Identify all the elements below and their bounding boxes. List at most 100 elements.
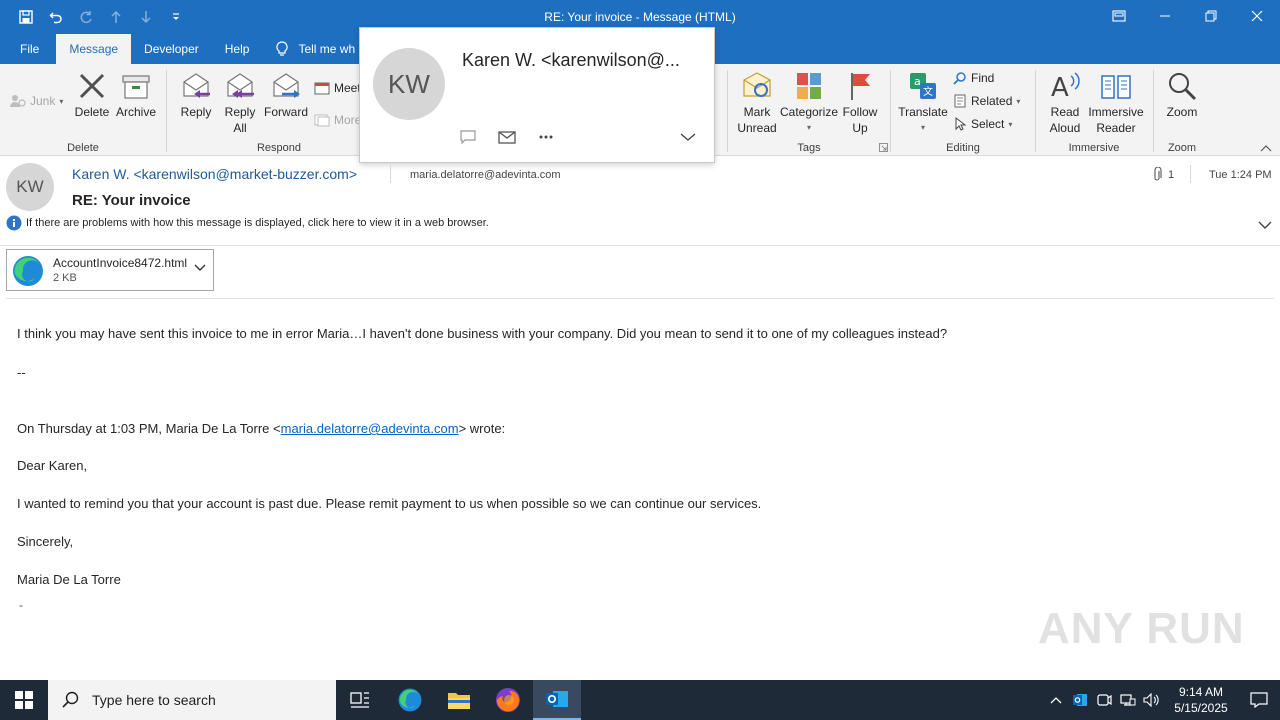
follow-up-button[interactable]: Follow Up <box>840 70 880 136</box>
tab-developer[interactable]: Developer <box>131 34 212 64</box>
reply-all-label-2: All <box>233 121 247 135</box>
mail-icon[interactable] <box>498 130 516 144</box>
translate-button[interactable]: a文 Translate ▾ <box>897 70 949 136</box>
contact-actions <box>460 130 554 144</box>
volume-icon[interactable] <box>1140 680 1164 720</box>
chat-icon[interactable] <box>460 130 476 144</box>
reply-label: Reply <box>180 105 212 119</box>
sender-avatar[interactable]: KW <box>6 163 54 211</box>
junk-button[interactable]: Junk ▾ <box>10 94 63 108</box>
body-line: I think you may have sent this invoice t… <box>17 326 948 341</box>
info-bar[interactable]: If there are problems with how this mess… <box>6 215 489 231</box>
body-paragraph: I wanted to remind you that your account… <box>17 496 762 511</box>
quote-email-link[interactable]: maria.delatorre@adevinta.com <box>281 421 459 436</box>
tab-message[interactable]: Message <box>56 34 132 64</box>
recipient[interactable]: maria.delatorre@adevinta.com <box>410 169 561 181</box>
system-tray: 9:14 AM 5/15/2025 <box>1044 680 1280 720</box>
categorize-button[interactable]: Categorize ▾ <box>780 70 838 136</box>
flag-icon <box>851 73 870 100</box>
clock[interactable]: 9:14 AM 5/15/2025 <box>1164 684 1238 716</box>
meeting-icon <box>314 82 330 95</box>
dialog-launcher-icon[interactable] <box>879 143 888 152</box>
chevron-down-icon[interactable] <box>680 132 696 142</box>
attachment-item[interactable]: AccountInvoice8472.html 2 KB <box>6 249 214 291</box>
attachment-count[interactable]: 1 <box>1152 167 1174 183</box>
mark-unread-button[interactable]: Mark Unread <box>734 70 780 136</box>
more-options-icon[interactable] <box>538 134 554 140</box>
more-respond-button[interactable]: More <box>314 113 361 127</box>
start-button[interactable] <box>0 680 48 720</box>
reply-button[interactable]: Reply <box>177 70 215 120</box>
signature-separator: -- <box>17 365 26 380</box>
attachment-count-value: 1 <box>1168 169 1175 181</box>
network-icon[interactable] <box>1116 680 1140 720</box>
delete-group: Junk ▾ Delete Archive Delete <box>0 68 166 154</box>
more-respond-label: More <box>334 113 362 127</box>
reply-all-button[interactable]: Reply All <box>221 70 259 136</box>
read-aloud-label-1: Read <box>1050 105 1080 119</box>
archive-label: Archive <box>115 105 156 119</box>
mark-unread-label-2: Unread <box>737 121 777 135</box>
quote-prefix: On Thursday at 1:03 PM, Maria De La Torr… <box>17 421 281 436</box>
taskbar-file-explorer[interactable] <box>435 680 483 720</box>
sender-name[interactable]: Karen W. <karenwilson@market-buzzer.com> <box>72 166 357 182</box>
header-divider <box>390 165 391 183</box>
meet-now-icon[interactable] <box>1092 680 1116 720</box>
meeting-button[interactable]: Meet <box>314 81 361 95</box>
taskbar-edge[interactable] <box>386 680 434 720</box>
task-view-button[interactable] <box>336 680 384 720</box>
read-aloud-button[interactable]: A Read Aloud <box>1044 70 1086 136</box>
show-hidden-icons-icon[interactable] <box>1044 680 1068 720</box>
select-button[interactable]: Select ▾ <box>953 117 1012 131</box>
window-controls <box>1096 0 1280 32</box>
tags-group-label: Tags <box>797 142 821 154</box>
read-aloud-label-2: Aloud <box>1049 121 1081 135</box>
meeting-label: Meet <box>334 81 361 95</box>
chevron-down-icon[interactable] <box>194 264 206 272</box>
windows-icon <box>15 691 33 709</box>
header-divider <box>1190 165 1191 183</box>
outlook-tray-icon[interactable] <box>1068 680 1092 720</box>
close-icon[interactable] <box>1234 0 1280 32</box>
delete-button[interactable]: Delete <box>74 70 110 120</box>
archive-button[interactable]: Archive <box>114 70 158 120</box>
translate-label: Translate <box>898 105 948 119</box>
find-button[interactable]: Find <box>953 71 994 85</box>
editing-group-label: Editing <box>946 142 980 154</box>
ribbon-display-options-icon[interactable] <box>1096 0 1142 32</box>
restore-icon[interactable] <box>1188 0 1234 32</box>
info-bar-text: If there are problems with how this mess… <box>26 217 489 229</box>
minimize-icon[interactable] <box>1142 0 1188 32</box>
taskbar-outlook[interactable] <box>533 680 581 720</box>
attachment-name: AccountInvoice8472.html <box>53 256 188 270</box>
find-icon <box>953 72 966 85</box>
tab-file[interactable]: File <box>0 34 52 64</box>
respond-group-label: Respond <box>256 142 302 154</box>
tell-me-box[interactable]: Tell me wh <box>262 34 368 64</box>
forward-button[interactable]: Forward <box>263 70 309 120</box>
junk-label: Junk <box>30 94 56 108</box>
signature-dash: - <box>19 598 23 612</box>
zoom-button[interactable]: Zoom <box>1164 70 1200 120</box>
attachment-size: 2 KB <box>53 272 77 284</box>
search-placeholder: Type here to search <box>92 692 216 708</box>
mark-unread-label-1: Mark <box>743 105 771 119</box>
notifications-button[interactable] <box>1238 680 1280 720</box>
tags-group: Mark Unread Categorize ▾ Follow Up Tags <box>728 68 890 154</box>
reply-all-icon <box>227 73 254 98</box>
expand-header-icon[interactable] <box>1258 221 1272 230</box>
task-view-icon <box>350 692 369 708</box>
related-label: Related <box>971 94 1013 108</box>
mark-unread-icon <box>743 72 771 97</box>
tab-help[interactable]: Help <box>212 34 263 64</box>
immersive-reader-button[interactable]: Immersive Reader <box>1086 70 1146 136</box>
categorize-label: Categorize <box>779 105 839 119</box>
related-button[interactable]: Related ▾ <box>953 94 1020 108</box>
read-aloud-icon: A <box>1051 72 1080 102</box>
zoom-label: Zoom <box>1166 105 1198 119</box>
taskbar-search[interactable]: Type here to search <box>48 680 336 720</box>
taskbar-firefox[interactable] <box>484 680 532 720</box>
firefox-icon <box>496 688 520 712</box>
archive-icon <box>122 75 150 99</box>
collapse-ribbon-icon[interactable] <box>1260 144 1272 152</box>
